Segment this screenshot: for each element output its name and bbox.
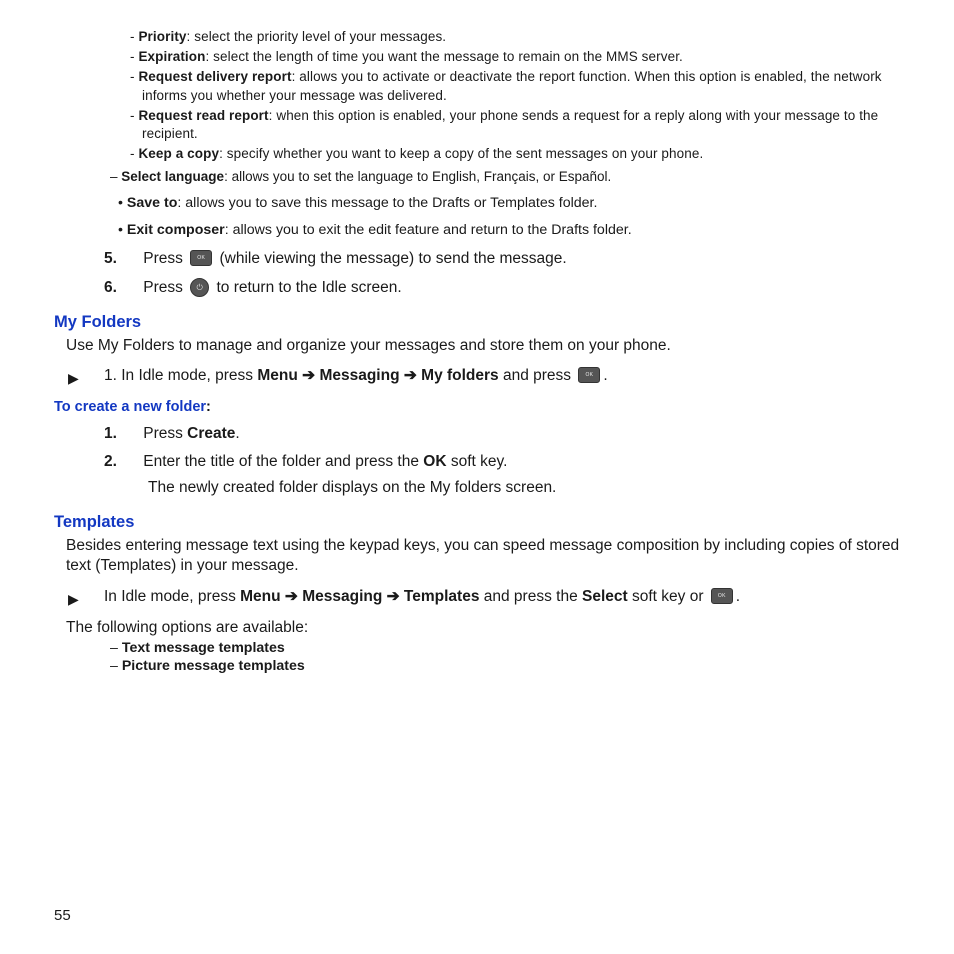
- menu: Menu: [240, 588, 280, 605]
- heading-my-folders: My Folders: [54, 313, 900, 332]
- option-expiration: - Expiration: select the length of time …: [54, 48, 900, 66]
- create-folder-step-2: 2. Enter the title of the folder and pre…: [54, 453, 900, 497]
- arrow-icon: ➔: [382, 588, 404, 605]
- templates-options-intro: The following options are available:: [54, 618, 900, 638]
- prefix: In Idle mode, press: [104, 588, 240, 605]
- text-a: Press: [143, 425, 187, 442]
- power-key-icon: [190, 278, 209, 297]
- text-c: soft key.: [447, 453, 508, 470]
- text-b: to return to the Idle screen.: [216, 279, 401, 296]
- my-folders-nav-step: ▶ 1. In Idle mode, press Menu ➔ Messagin…: [54, 366, 900, 385]
- term: Priority: [138, 29, 186, 44]
- term: Request delivery report: [138, 69, 291, 84]
- ok-key-icon: [578, 367, 600, 383]
- option-priority: - Priority: select the priority level of…: [54, 28, 900, 46]
- templates-nav-step: ▶ In Idle mode, press Menu ➔ Messaging ➔…: [54, 587, 900, 606]
- option-keep-copy: - Keep a copy: specify whether you want …: [54, 145, 900, 163]
- text-a: Enter the title of the folder and press …: [143, 453, 423, 470]
- option-save-to: • Save to: allows you to save this messa…: [54, 194, 900, 213]
- period: .: [603, 367, 607, 384]
- desc: : specify whether you want to keep a cop…: [219, 146, 703, 161]
- step-number: 1.: [104, 425, 126, 443]
- create: Create: [187, 425, 235, 442]
- menu: Menu: [257, 367, 297, 384]
- option-delivery-report: - Request delivery report: allows you to…: [54, 68, 900, 104]
- and-press: and press: [499, 367, 576, 384]
- text-b: (while viewing the message) to send the …: [219, 250, 566, 267]
- term: Picture message templates: [122, 658, 305, 674]
- term: Select language: [121, 169, 224, 184]
- ok-key-icon: [711, 588, 733, 604]
- my-folders-body: Use My Folders to manage and organize yo…: [54, 336, 900, 356]
- desc: : allows you to exit the edit feature an…: [225, 222, 632, 238]
- subhead-create-folder: To create a new folder:: [54, 399, 900, 415]
- term: Text message templates: [122, 640, 285, 656]
- step-number: 2.: [104, 453, 126, 471]
- softkey-or: soft key or: [628, 588, 708, 605]
- text-a: Press: [143, 279, 187, 296]
- step-number: 5.: [104, 250, 126, 268]
- my-folders-item: My folders: [421, 367, 499, 384]
- and-press: and press the: [479, 588, 582, 605]
- step-6: 6. Press to return to the Idle screen.: [54, 278, 900, 297]
- arrow-icon: ➔: [281, 588, 303, 605]
- period: .: [736, 588, 740, 605]
- text-a: Press: [143, 250, 187, 267]
- option-select-language: – Select language: allows you to set the…: [54, 168, 900, 186]
- templates-item: Templates: [404, 588, 480, 605]
- ok: OK: [423, 453, 446, 470]
- continuation: The newly created folder displays on the…: [104, 479, 900, 497]
- option-picture-templates: – Picture message templates: [54, 658, 900, 674]
- step-5: 5. Press (while viewing the message) to …: [54, 250, 900, 268]
- option-exit-composer: • Exit composer: allows you to exit the …: [54, 221, 900, 240]
- desc: : select the length of time you want the…: [205, 49, 682, 64]
- step-number: 6.: [104, 279, 126, 297]
- arrow-icon: ➔: [298, 367, 320, 384]
- heading-templates: Templates: [54, 513, 900, 532]
- messaging: Messaging: [302, 588, 382, 605]
- period: .: [235, 425, 239, 442]
- desc: : select the priority level of your mess…: [187, 29, 447, 44]
- colon: :: [206, 399, 211, 415]
- messaging: Messaging: [319, 367, 399, 384]
- create-folder-step-1: 1. Press Create.: [54, 425, 900, 443]
- option-text-templates: – Text message templates: [54, 640, 900, 656]
- triangle-bullet-icon: ▶: [68, 370, 79, 387]
- prefix: 1. In Idle mode, press: [104, 367, 257, 384]
- arrow-icon: ➔: [400, 367, 422, 384]
- term: Exit composer: [127, 222, 225, 238]
- desc: : allows you to set the language to Engl…: [224, 169, 611, 184]
- subhead-text: To create a new folder: [54, 399, 206, 415]
- select: Select: [582, 588, 628, 605]
- templates-body: Besides entering message text using the …: [54, 536, 900, 576]
- term: Request read report: [138, 108, 268, 123]
- ok-key-icon: [190, 250, 212, 266]
- term: Expiration: [138, 49, 205, 64]
- term: Keep a copy: [138, 146, 219, 161]
- option-read-report: - Request read report: when this option …: [54, 107, 900, 143]
- term: Save to: [127, 195, 177, 211]
- desc: : allows you to save this message to the…: [177, 195, 597, 211]
- triangle-bullet-icon: ▶: [68, 591, 79, 608]
- page-number: 55: [54, 907, 71, 924]
